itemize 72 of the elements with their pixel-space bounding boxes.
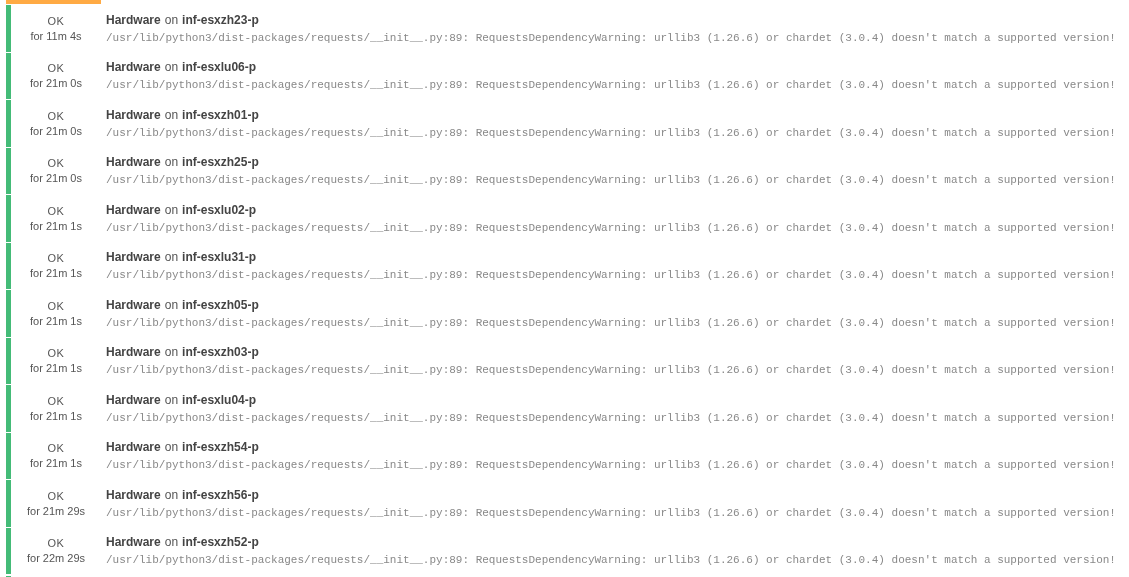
on-label: on bbox=[164, 60, 179, 75]
on-label: on bbox=[164, 392, 179, 407]
service-link[interactable]: Hardware bbox=[106, 440, 161, 455]
on-label: on bbox=[164, 12, 179, 27]
status-label: OK bbox=[47, 204, 65, 217]
status-label: OK bbox=[47, 109, 65, 122]
plugin-output: /usr/lib/python3/dist-packages/requests/__init__.py:89: RequestsDependencyWarning: urllib3 (1.26.6) or chardet (3.0.4) doesn't match a supported version! bbox=[106, 126, 1116, 139]
on-label: on bbox=[164, 535, 179, 550]
plugin-output: /usr/lib/python3/dist-packages/requests/__init__.py:89: RequestsDependencyWarning: urllib3 (1.26.6) or chardet (3.0.4) doesn't match a supported version! bbox=[106, 411, 1116, 424]
plugin-output: /usr/lib/python3/dist-packages/requests/__init__.py:89: RequestsDependencyWarning: urllib3 (1.26.6) or chardet (3.0.4) doesn't match a supported version! bbox=[106, 31, 1116, 44]
host-link[interactable]: inf-esxzh23-p bbox=[182, 12, 259, 27]
host-link[interactable]: inf-esxlu02-p bbox=[182, 202, 257, 217]
status-label: OK bbox=[47, 347, 65, 360]
status-duration: for 21m 1s bbox=[30, 314, 82, 327]
host-link[interactable]: inf-esxzh01-p bbox=[182, 107, 259, 122]
plugin-output: /usr/lib/python3/dist-packages/requests/__init__.py:89: RequestsDependencyWarning: urllib3 (1.26.6) or chardet (3.0.4) doesn't match a supported version! bbox=[106, 221, 1116, 234]
status-duration: for 21m 0s bbox=[30, 124, 82, 137]
status-label: OK bbox=[47, 62, 65, 75]
service-link[interactable]: Hardware bbox=[106, 487, 161, 502]
status-duration: for 21m 1s bbox=[30, 362, 82, 375]
service-link[interactable]: Hardware bbox=[106, 12, 161, 27]
service-link[interactable]: Hardware bbox=[106, 392, 161, 407]
status-duration: for 21m 29s bbox=[26, 504, 86, 517]
plugin-output: /usr/lib/python3/dist-packages/requests/__init__.py:89: RequestsDependencyWarning: urllib3 (1.26.6) or chardet (3.0.4) doesn't match a supported version! bbox=[106, 554, 1116, 567]
on-label: on bbox=[164, 107, 179, 122]
status-label: OK bbox=[47, 489, 65, 502]
on-label: on bbox=[164, 440, 179, 455]
plugin-output: /usr/lib/python3/dist-packages/requests/__init__.py:89: RequestsDependencyWarning: urllib3 (1.26.6) or chardet (3.0.4) doesn't match a supported version! bbox=[106, 269, 1116, 282]
status-label: OK bbox=[47, 299, 65, 312]
host-link[interactable]: inf-esxzh52-p bbox=[182, 535, 259, 550]
service-link[interactable]: Hardware bbox=[106, 535, 161, 550]
host-link[interactable]: inf-esxlu04-p bbox=[182, 392, 257, 407]
on-label: on bbox=[164, 297, 179, 312]
service-link[interactable]: Hardware bbox=[106, 250, 161, 265]
host-link[interactable]: inf-esxlu06-p bbox=[182, 60, 257, 75]
plugin-output: /usr/lib/python3/dist-packages/requests/__init__.py:89: RequestsDependencyWarning: urllib3 (1.26.6) or chardet (3.0.4) doesn't match a supported version! bbox=[106, 459, 1116, 472]
service-link[interactable]: Hardware bbox=[106, 202, 161, 217]
plugin-output: /usr/lib/python3/dist-packages/requests/__init__.py:89: RequestsDependencyWarning: urllib3 (1.26.6) or chardet (3.0.4) doesn't match a supported version! bbox=[106, 506, 1116, 519]
status-duration: for 22m 29s bbox=[26, 552, 86, 565]
on-label: on bbox=[164, 345, 179, 360]
host-link[interactable]: inf-esxzh05-p bbox=[182, 297, 259, 312]
status-duration: for 11m 4s bbox=[30, 29, 82, 42]
status-label: OK bbox=[47, 14, 65, 27]
plugin-output: /usr/lib/python3/dist-packages/requests/__init__.py:89: RequestsDependencyWarning: urllib3 (1.26.6) or chardet (3.0.4) doesn't match a supported version! bbox=[106, 364, 1116, 377]
status-duration: for 21m 1s bbox=[30, 267, 82, 280]
status-duration: for 21m 0s bbox=[30, 77, 82, 90]
service-link[interactable]: Hardware bbox=[106, 297, 161, 312]
plugin-output: /usr/lib/python3/dist-packages/requests/__init__.py:89: RequestsDependencyWarning: urllib3 (1.26.6) or chardet (3.0.4) doesn't match a supported version! bbox=[106, 316, 1116, 329]
on-label: on bbox=[164, 202, 179, 217]
status-label: OK bbox=[47, 537, 65, 550]
status-label: OK bbox=[47, 394, 65, 407]
on-label: on bbox=[164, 155, 179, 170]
status-duration: for 21m 0s bbox=[30, 172, 82, 185]
status-label: OK bbox=[47, 442, 65, 455]
on-label: on bbox=[164, 487, 179, 502]
service-link[interactable]: Hardware bbox=[106, 60, 161, 75]
host-link[interactable]: inf-esxzh03-p bbox=[182, 345, 259, 360]
status-duration: for 21m 1s bbox=[30, 457, 82, 470]
host-link[interactable]: inf-esxlu31-p bbox=[182, 250, 257, 265]
host-link[interactable]: inf-esxzh56-p bbox=[182, 487, 259, 502]
status-label: OK bbox=[47, 157, 65, 170]
plugin-output: /usr/lib/python3/dist-packages/requests/__init__.py:89: RequestsDependencyWarning: urllib3 (1.26.6) or chardet (3.0.4) doesn't match a supported version! bbox=[106, 174, 1116, 187]
service-link[interactable]: Hardware bbox=[106, 107, 161, 122]
status-label: OK bbox=[47, 252, 65, 265]
service-link[interactable]: Hardware bbox=[106, 155, 161, 170]
service-link[interactable]: Hardware bbox=[106, 345, 161, 360]
plugin-output: /usr/lib/python3/dist-packages/requests/__init__.py:89: RequestsDependencyWarning: urllib3 (1.26.6) or chardet (3.0.4) doesn't match a supported version! bbox=[106, 79, 1116, 92]
host-link[interactable]: inf-esxzh54-p bbox=[182, 440, 259, 455]
on-label: on bbox=[164, 250, 179, 265]
status-duration: for 21m 1s bbox=[30, 219, 82, 232]
host-link[interactable]: inf-esxzh25-p bbox=[182, 155, 259, 170]
status-duration: for 21m 1s bbox=[30, 409, 82, 422]
